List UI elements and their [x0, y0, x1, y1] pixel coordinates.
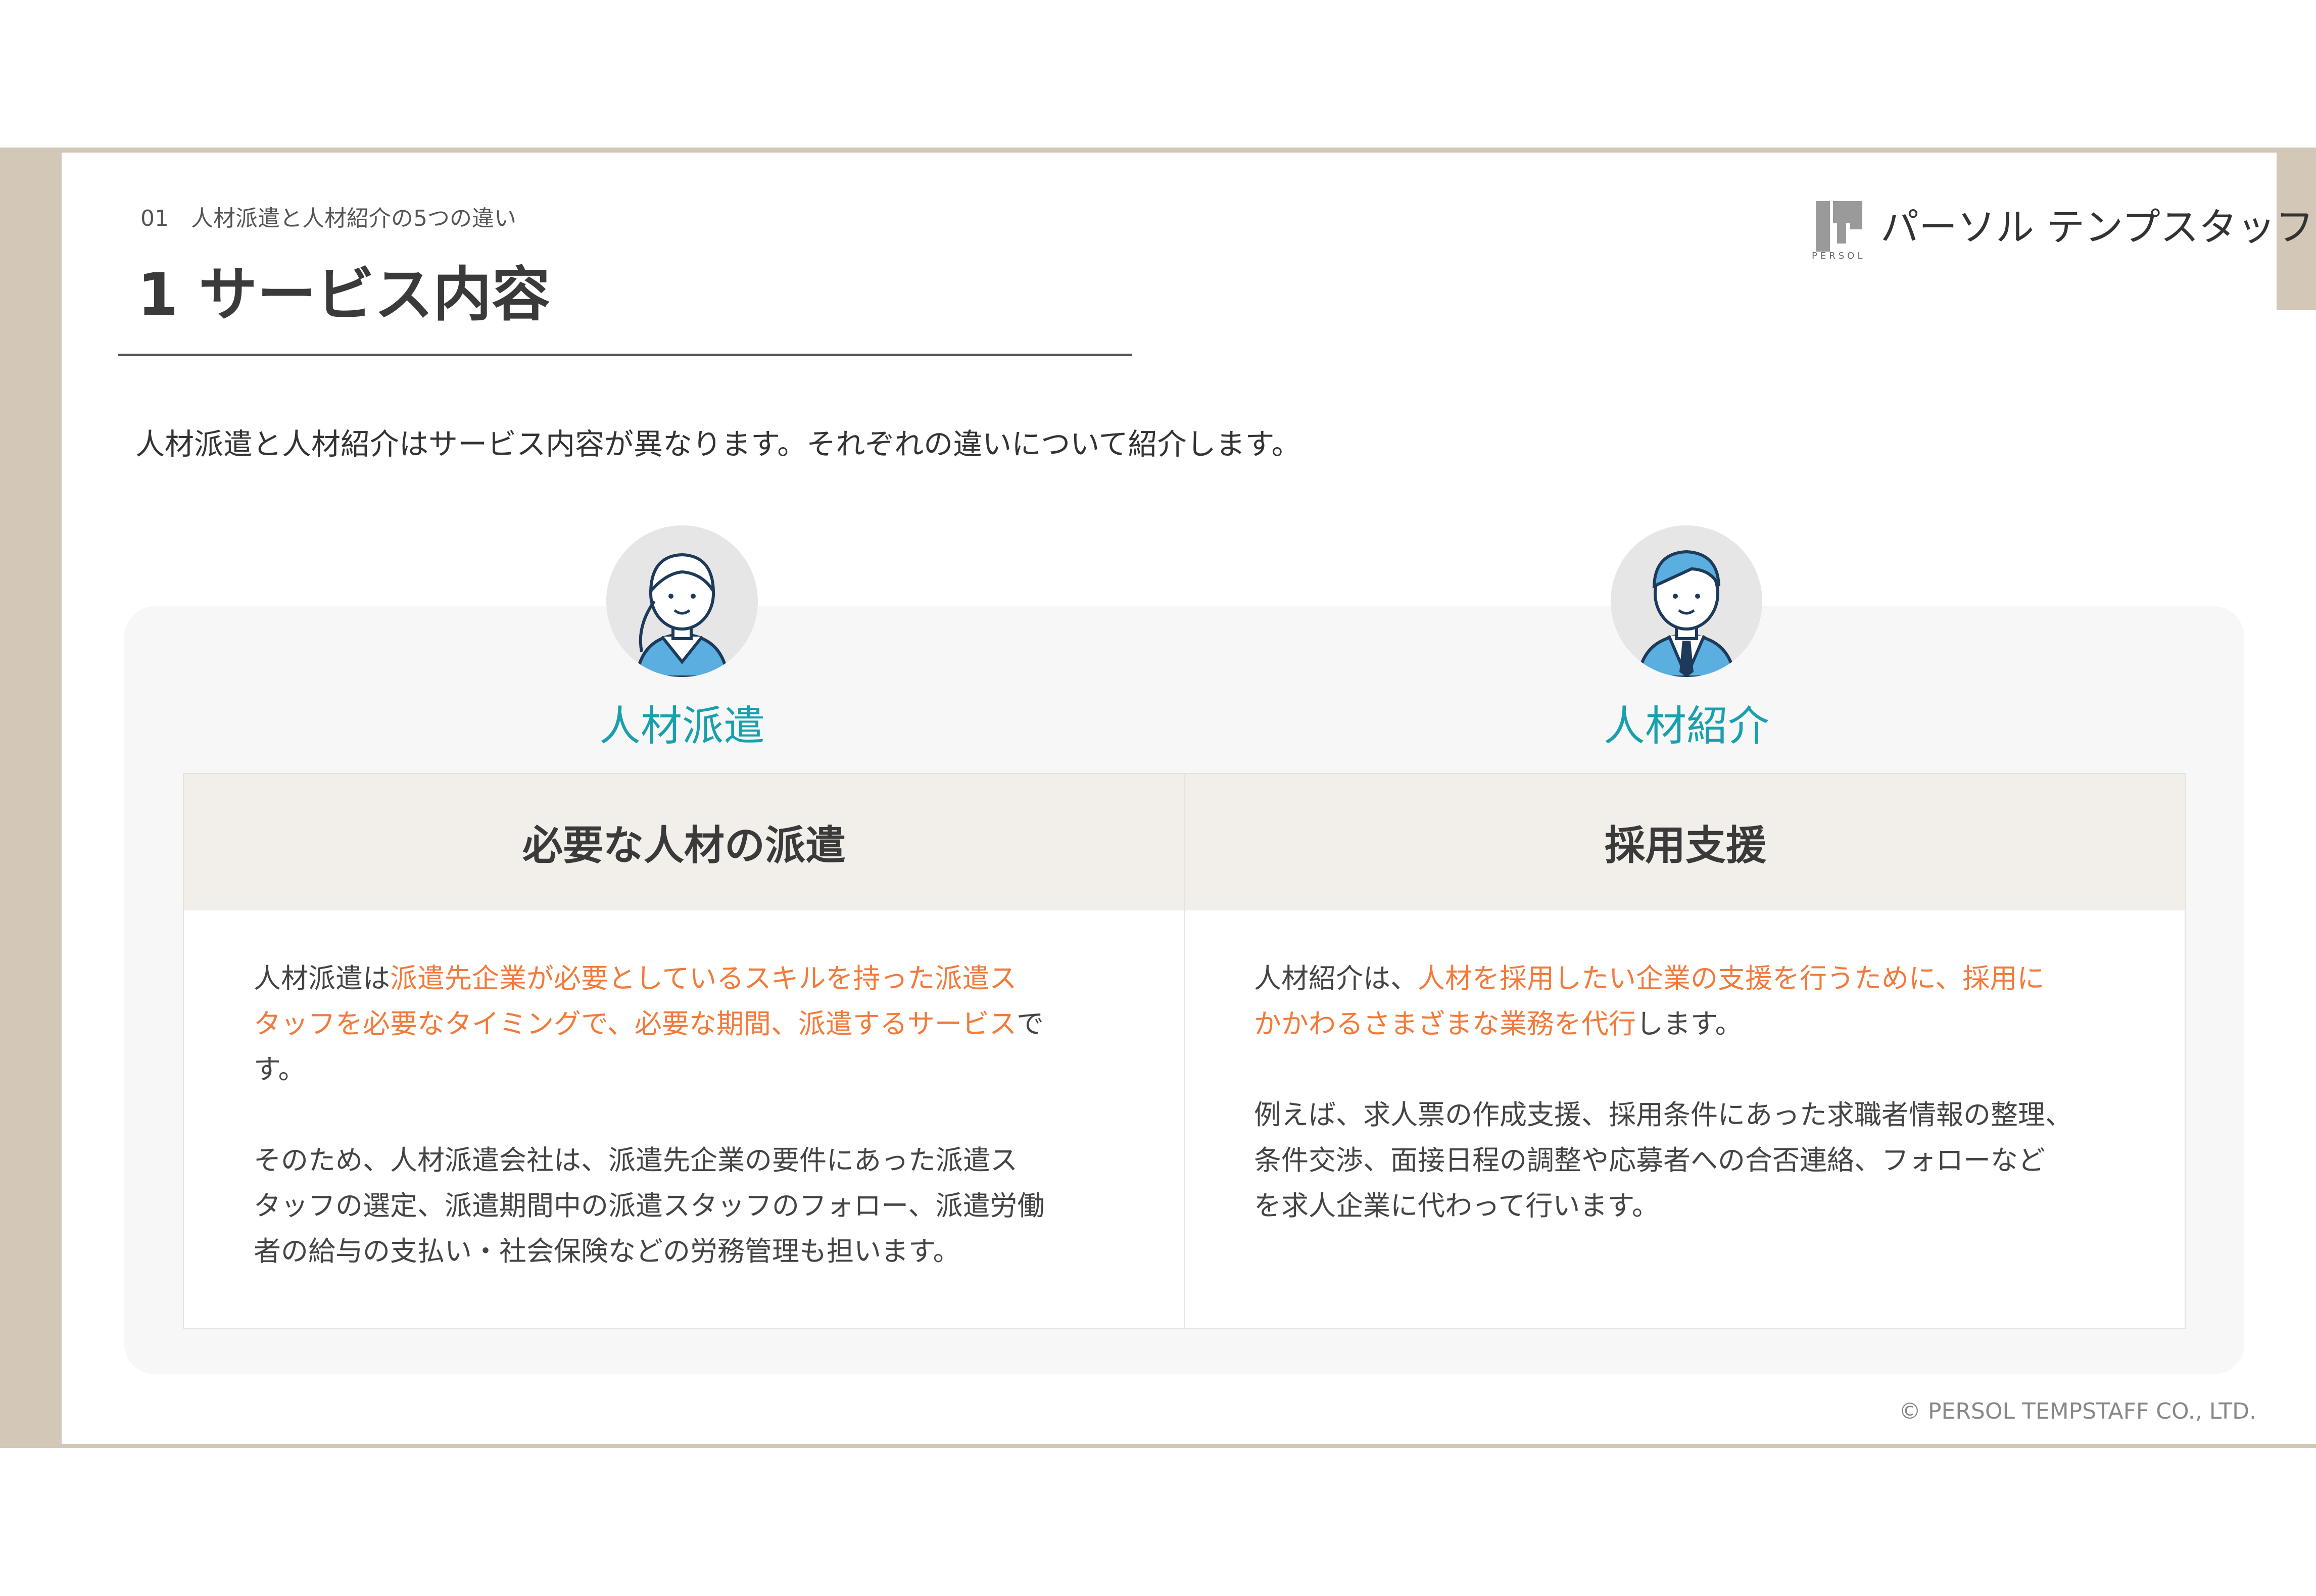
persol-logo-icon: [1816, 201, 1862, 252]
comparison-table: 必要な人材の派遣 採用支援 人材派遣は派遣先企業が必要としているスキルを持った派…: [183, 773, 2186, 1329]
logo-subtext: PERSOL: [1812, 251, 1866, 261]
frame-left: [0, 148, 62, 1447]
body-shokai: 人材紹介は、人材を採用したい企業の支援を行うために、採用に かかわるさまざまな業務…: [1254, 956, 2163, 1229]
breadcrumb-number: 01: [140, 206, 169, 231]
copyright: © PERSOL TEMPSTAFF CO., LTD.: [1899, 1398, 2256, 1424]
slide-page: 01 人材派遣と人材紹介の5つの違い 1 サービス内容 PERSOL パーソル テ…: [0, 0, 2316, 1596]
logo-text: パーソル テンプスタッフ: [1880, 205, 2314, 250]
paragraph-shokai-2: 例えば、求人票の作成支援、採用条件にあった求職者情報の整理、 条件交渉、面接日程の…: [1254, 1099, 2072, 1222]
header-shokai: 採用支援: [1605, 822, 1766, 869]
header-haken: 必要な人材の派遣: [522, 822, 846, 869]
label-haken: 人材派遣: [599, 702, 765, 750]
frame-top: [0, 148, 2316, 153]
label-shokai: 人材紹介: [1603, 702, 1769, 750]
paragraph-haken-2: そのため、人材派遣会社は、派遣先企業の要件にあった派遣ス タッフの選定、派遣期間中…: [254, 1144, 1045, 1267]
body-haken: 人材派遣は派遣先企業が必要としているスキルを持った派遣ス タッフを必要なタイミング…: [254, 956, 1153, 1274]
paragraph-shokai-1: 人材紹介は、人材を採用したい企業の支援を行うために、採用に かかわるさまざまな業務…: [1254, 962, 2045, 1040]
man-avatar-icon: [1611, 525, 1762, 677]
breadcrumb: 01 人材派遣と人材紹介の5つの違い: [140, 200, 516, 232]
frame-bottom: [0, 1444, 2316, 1448]
woman-avatar-icon: [606, 525, 758, 677]
title-underline: [118, 354, 1132, 356]
company-logo: PERSOL パーソル テンプスタッフ: [1812, 196, 2314, 267]
page-title: 1 サービス内容: [137, 261, 551, 329]
paragraph-haken-1: 人材派遣は派遣先企業が必要としているスキルを持った派遣ス タッフを必要なタイミング…: [254, 962, 1044, 1085]
intro-text: 人材派遣と人材紹介はサービス内容が異なります。それぞれの違いについて紹介します。: [135, 427, 1301, 461]
breadcrumb-text: 人材派遣と人材紹介の5つの違い: [191, 206, 516, 231]
